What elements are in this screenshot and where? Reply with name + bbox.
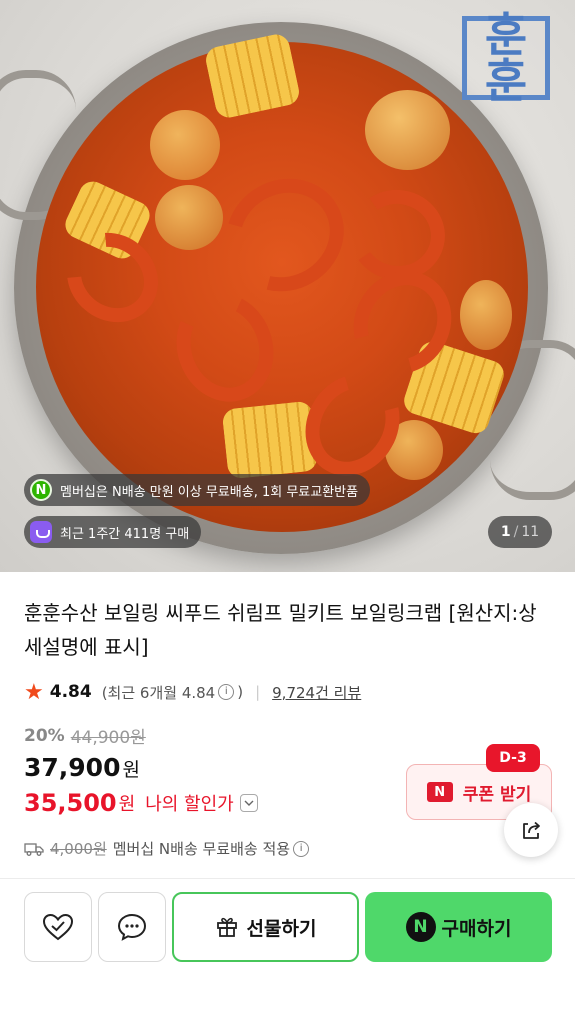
recent-purchase-text: 최근 1주간 411명 구매	[60, 526, 190, 542]
product-title: 훈훈수산 보일링 씨푸드 쉬림프 밀키트 보일링크랩 [원산지:상세설명에 표시…	[24, 601, 537, 659]
pager-separator: /	[513, 524, 519, 540]
my-price-unit: 원	[118, 794, 136, 815]
shipping-row: 4,000원 멤버십 N배송 무료배송 적용 i	[24, 838, 312, 859]
my-price-label: 나의 할인가	[145, 794, 234, 815]
star-icon: ★	[24, 679, 44, 705]
sale-price: 37,900	[24, 753, 121, 782]
chat-bubble-icon	[117, 913, 147, 941]
share-icon	[523, 821, 540, 839]
potato-image	[155, 185, 223, 250]
info-icon[interactable]: i	[293, 840, 310, 857]
product-image[interactable]: 훈훈 N 멤버십은 N배송 만원 이상 무료배송, 1회 무료교환반품 최근 1…	[0, 0, 575, 572]
my-price: 35,500	[24, 789, 117, 817]
reviews-link[interactable]: 9,724건 리뷰	[272, 682, 361, 703]
gift-icon	[216, 917, 237, 937]
price-row: 37,900 원	[24, 753, 140, 782]
discount-row: 20% 44,900원	[24, 723, 146, 749]
brand-logo-text: 훈훈	[484, 8, 528, 108]
buy-button[interactable]: N 구매하기	[365, 892, 552, 962]
shipping-original-fee: 4,000원	[50, 840, 107, 858]
rating-recent: (최근 6개월 4.84	[101, 683, 216, 702]
talk-button[interactable]	[98, 892, 166, 962]
info-icon[interactable]: i	[218, 684, 235, 700]
original-price: 44,900원	[70, 728, 146, 748]
rating-value: 4.84	[49, 682, 92, 702]
chevron-down-icon[interactable]	[239, 794, 258, 812]
divider: |	[255, 683, 261, 701]
membership-badge-text: 멤버십은 N배송 만원 이상 무료배송, 1회 무료교환반품	[60, 484, 359, 500]
share-button[interactable]	[504, 803, 558, 857]
my-price-row[interactable]: 35,500 원 나의 할인가	[24, 789, 258, 817]
naver-n-icon: N	[30, 479, 52, 501]
heart-check-icon	[42, 913, 74, 941]
gift-label: 선물하기	[246, 917, 317, 940]
pager-current: 1	[500, 524, 511, 540]
rating-recent-close: )	[237, 683, 244, 701]
membership-badge: N 멤버십은 N배송 만원 이상 무료배송, 1회 무료교환반품	[24, 474, 371, 506]
shipping-text: 멤버십 N배송 무료배송 적용	[112, 840, 291, 858]
pager-total: 11	[521, 524, 540, 540]
naver-n-icon: N	[405, 912, 436, 942]
potato-image	[150, 110, 220, 180]
potato-image	[365, 90, 450, 170]
sausage-image	[460, 280, 512, 350]
product-page: 훈훈 N 멤버십은 N배송 만원 이상 무료배송, 1회 무료교환반품 최근 1…	[0, 0, 575, 1024]
corn-image	[221, 400, 319, 480]
image-pager: 1 / 11	[488, 516, 552, 548]
shopping-bag-icon	[30, 521, 52, 543]
coupon-dday-badge: D-3	[486, 744, 540, 772]
discount-percent: 20%	[24, 725, 65, 746]
brand-logo: 훈훈	[462, 12, 550, 104]
sale-price-unit: 원	[122, 759, 140, 781]
coupon-label: 쿠폰 받기	[462, 784, 532, 805]
divider	[0, 878, 575, 879]
gift-button[interactable]: 선물하기	[172, 892, 359, 962]
buy-label: 구매하기	[441, 917, 512, 940]
wishlist-button[interactable]	[24, 892, 92, 962]
coupon-n-icon: N	[426, 782, 453, 802]
truck-icon	[24, 842, 44, 856]
recent-purchase-badge: 최근 1주간 411명 구매	[24, 516, 202, 548]
rating-row: ★ 4.84 (최근 6개월 4.84 i ) | 9,724건 리뷰	[24, 679, 361, 705]
